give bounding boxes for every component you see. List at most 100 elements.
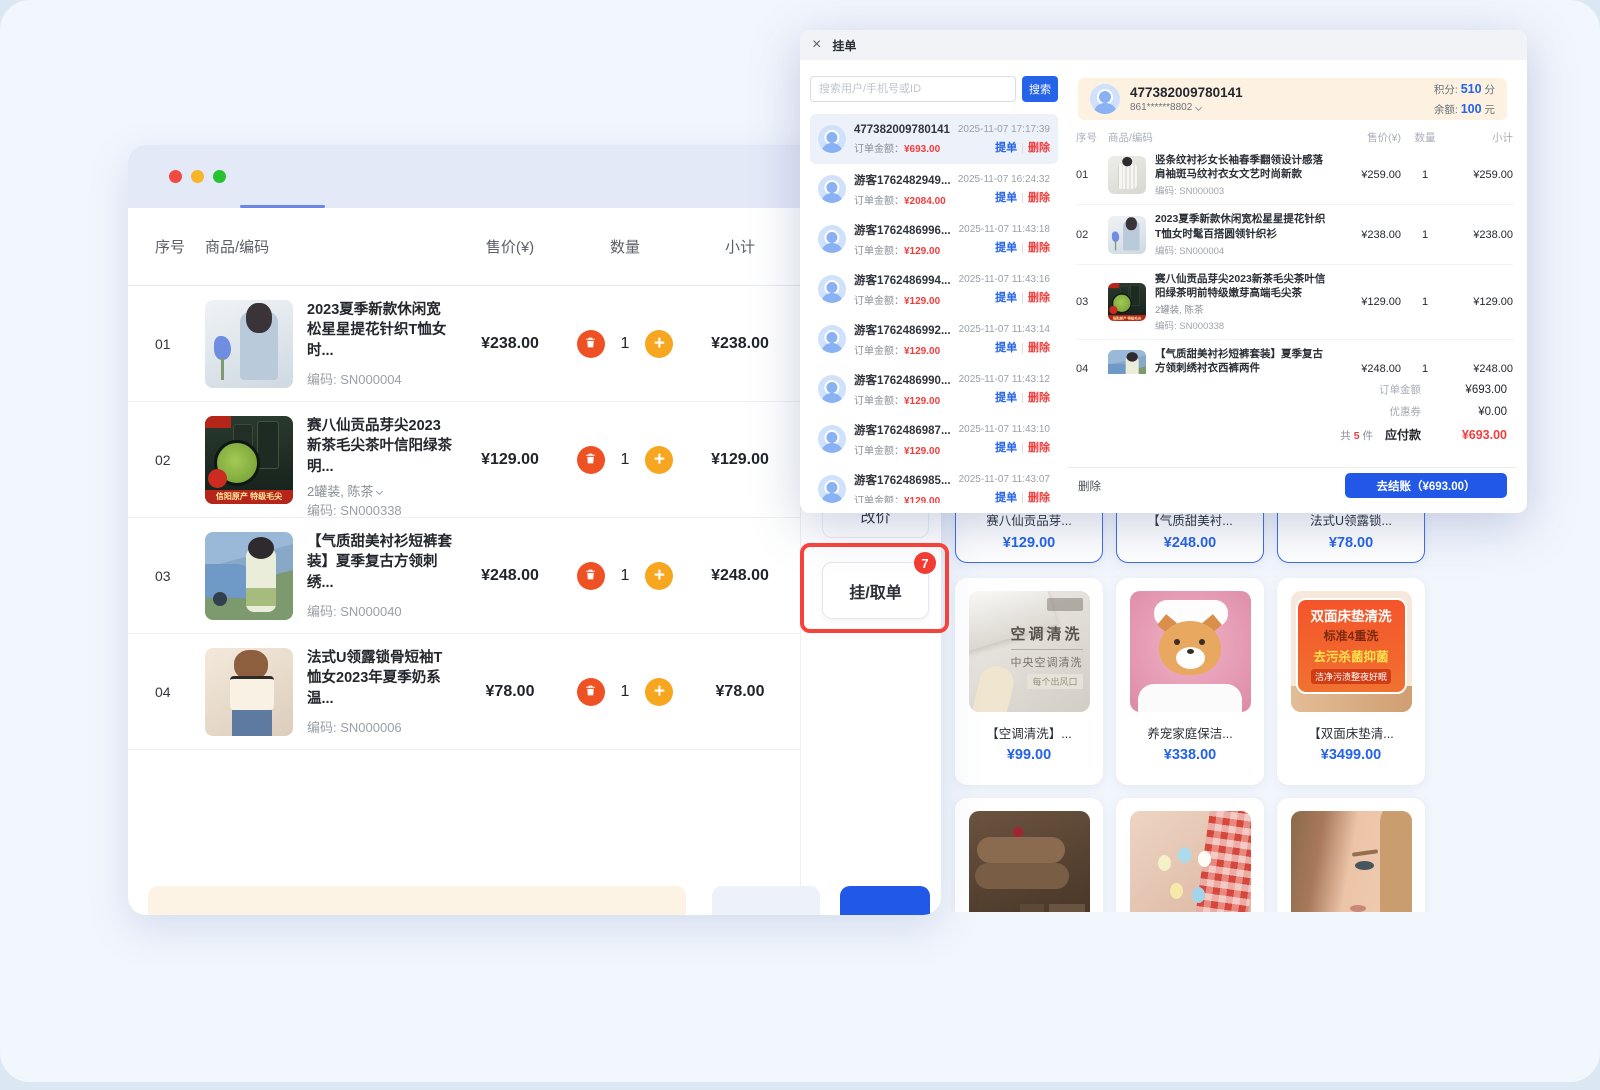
order-amount: 订单金额：¥129.00 [854,392,959,407]
close-icon[interactable]: × [812,37,821,53]
delete-order-link[interactable]: 删除 [1028,492,1050,504]
product-image-outfit [205,532,293,620]
ad-headline: 空调清洗 [1010,623,1082,644]
order-amount: 订单金额：¥129.00 [854,342,959,357]
chevron-down-icon [376,488,383,495]
held-order-item[interactable]: 游客1762482949... 订单金额：¥2084.00 2025-11-07… [810,164,1058,214]
maximize-window-icon[interactable] [213,170,226,183]
remove-item-button[interactable] [577,562,605,590]
order-amount-label: 订单金额 [1379,382,1421,397]
held-order-item[interactable]: 游客1762486994... 订单金额：¥129.00 2025-11-07 … [810,264,1058,314]
towel-graphic [977,837,1065,863]
sku-selector[interactable]: 2罐装, 陈茶 [307,481,455,500]
customer-avatar-icon [818,375,846,403]
header-product: 商品/编码 [205,236,455,257]
add-item-button[interactable]: + [645,446,673,474]
hold-retrieve-order-button[interactable]: 挂/取单 [822,562,929,619]
product-title: 2023夏季新款休闲宽松星星提花针织T恤女时... [307,300,455,362]
tea-banner-text: 信阳原产 特级毛尖 [205,490,293,504]
product-price: ¥259.00 [1337,169,1401,181]
row-index: 02 [155,452,205,468]
delete-order-link[interactable]: 删除 [1028,442,1050,454]
retrieve-order-link[interactable]: 提单 [995,492,1017,504]
product-card-nails[interactable] [1116,798,1264,912]
held-order-item[interactable]: 游客1762486990... 订单金额：¥129.00 2025-11-07 … [810,364,1058,414]
retrieve-order-link[interactable]: 提单 [995,342,1017,354]
link-divider: | [1021,392,1024,404]
delete-held-order-button[interactable]: 删除 [1078,478,1101,494]
product-card-name: 【空调清洗】... [986,723,1071,742]
add-item-button[interactable]: + [645,678,673,706]
held-order-item[interactable]: 游客1762486996... 订单金额：¥129.00 2025-11-07 … [810,214,1058,264]
product-image-stripe-shirt [1108,156,1146,194]
product-card-ac-cleaning[interactable]: 空调清洗 中央空调清洗 每个出风口 【空调清洗】... ¥99.00 [955,578,1103,785]
order-timestamp: 2025-11-07 17:17:39 [958,124,1050,135]
popup-title: 挂单 [832,37,856,54]
bowl-graphic [1049,904,1085,912]
customer-avatar-icon [818,425,846,453]
held-order-item[interactable]: 游客1762486987... 订单金额：¥129.00 2025-11-07 … [810,414,1058,464]
search-input[interactable] [810,76,1016,102]
berry-graphic [1013,827,1023,837]
retrieve-order-link[interactable]: 提单 [995,442,1017,454]
cart-table: 序号 商品/编码 售价(¥) 数量 小计 01 2023夏季新款休闲宽松星星提花… [128,208,800,750]
remove-item-button[interactable] [577,446,605,474]
delete-order-link[interactable]: 删除 [1028,192,1050,204]
checkout-bar[interactable] [840,886,930,915]
plus-icon: + [654,566,665,585]
quantity-value: 1 [621,335,630,353]
product-card-beauty[interactable] [1277,798,1425,912]
minimize-window-icon[interactable] [191,170,204,183]
customer-name: 477382009780141 [854,124,958,136]
retrieve-order-link[interactable]: 提单 [995,242,1017,254]
close-window-icon[interactable] [169,170,182,183]
retrieve-order-link[interactable]: 提单 [995,392,1017,404]
add-item-button[interactable]: + [645,562,673,590]
popup-titlebar: × 挂单 [800,30,1527,60]
remove-item-button[interactable] [577,330,605,358]
product-card-spa[interactable] [955,798,1103,912]
product-code: 编码: SN000040 [307,601,455,620]
delete-order-link[interactable]: 删除 [1028,392,1050,404]
active-tab-indicator [240,205,325,208]
cart-table-header: 序号 商品/编码 售价(¥) 数量 小计 [128,208,800,286]
product-card-mattress-cleaning[interactable]: 双面床垫清洗 标准4重洗 去污杀菌抑菌 洁净污渍整夜好眠 【双面床垫清... ¥… [1277,578,1425,785]
hold-order-popup: × 挂单 搜索 477382009780141 订单金额：¥693.00 202… [800,30,1527,513]
member-info-bar[interactable] [148,886,686,915]
link-divider: | [1021,242,1024,254]
quantity-stepper: 1 + [565,330,685,358]
product-card-name: 【双面床垫清... [1308,723,1393,742]
delete-order-link[interactable]: 删除 [1028,292,1050,304]
held-order-item[interactable]: 477382009780141 订单金额：¥693.00 2025-11-07 … [810,114,1058,164]
delete-order-link[interactable]: 删除 [1028,342,1050,354]
customer-name: 游客1762486985... [854,472,959,488]
row-index: 02 [1076,229,1108,241]
delete-order-link[interactable]: 删除 [1028,142,1050,154]
retrieve-order-link[interactable]: 提单 [995,142,1017,154]
checkout-button[interactable]: 去结账（¥693.00） [1345,473,1507,498]
quantity-value: 1 [1401,296,1449,308]
retrieve-order-link[interactable]: 提单 [995,192,1017,204]
remove-item-button[interactable] [577,678,605,706]
delete-order-link[interactable]: 删除 [1028,242,1050,254]
product-card-pet-cleaning[interactable]: 养宠家庭保洁... ¥338.00 [1116,578,1264,785]
held-order-item[interactable]: 游客1762486992... 订单金额：¥129.00 2025-11-07 … [810,314,1058,364]
mattress-cleaning-ad-image: 双面床垫清洗 标准4重洗 去污杀菌抑菌 洁净污渍整夜好眠 [1291,591,1412,712]
row-subtotal: ¥238.00 [1449,229,1513,241]
retrieve-order-link[interactable]: 提单 [995,292,1017,304]
arm-graphic [970,663,1016,712]
add-item-button[interactable]: + [645,330,673,358]
product-card-price: ¥99.00 [1007,747,1051,763]
detail-items-scroll-area[interactable]: 01 竖条纹衬衫女长袖春季翻领设计感落肩袖斑马纹衬衣女文艺时尚新款 编码: SN… [1076,146,1513,374]
link-divider: | [1021,442,1024,454]
customer-name: 游客1762486992... [854,322,959,338]
search-button[interactable]: 搜索 [1022,76,1058,102]
customer-phone[interactable]: 861******8802 [1130,102,1243,113]
product-title: 赛八仙贡品芽尖2023新茶毛尖茶叶信阳绿茶明前特级嫩芽高端毛尖茶 [1155,272,1331,300]
brand-logo [1047,598,1083,611]
held-order-item[interactable]: 游客1762486985... 订单金额：¥129.00 2025-11-07 … [810,464,1058,503]
product-image-outfit [1108,350,1146,374]
row-subtotal: ¥259.00 [1449,169,1513,181]
plus-icon: + [654,450,665,469]
secondary-action-bar[interactable] [712,886,820,915]
